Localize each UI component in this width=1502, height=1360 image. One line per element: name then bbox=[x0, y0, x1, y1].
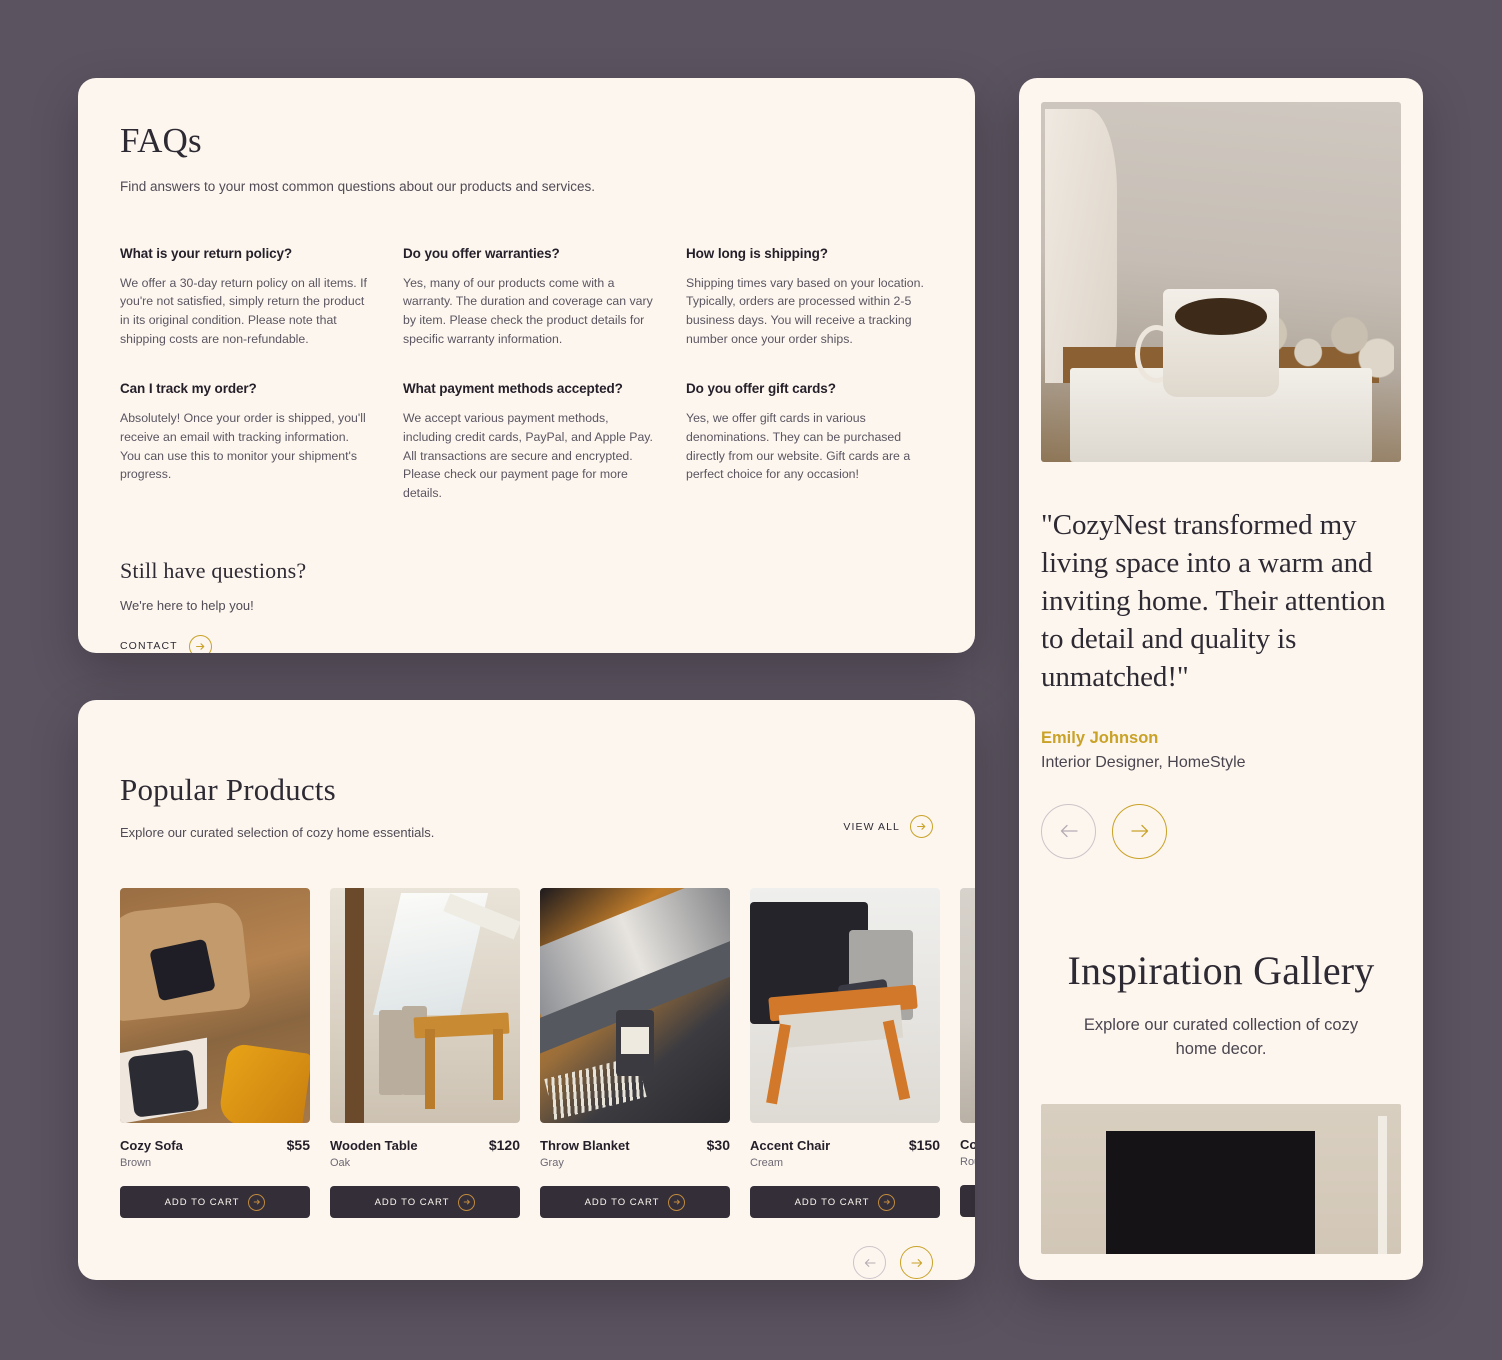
arrow-left-circle-icon[interactable] bbox=[853, 1246, 886, 1279]
arrow-right-circle-icon bbox=[910, 815, 933, 838]
product-image bbox=[960, 888, 975, 1123]
faq-item: Can I track my order? Absolutely! Once y… bbox=[120, 381, 403, 502]
product-card[interactable]: Accent Chair $150 Cream ADD TO CART bbox=[750, 888, 940, 1218]
faq-answer: Absolutely! Once your order is shipped, … bbox=[120, 411, 366, 482]
add-to-cart-button[interactable]: ADD TO CART bbox=[960, 1185, 975, 1217]
testimonial-author-role: Interior Designer, HomeStyle bbox=[1041, 753, 1246, 771]
popular-products-panel: Popular Products Explore our curated sel… bbox=[78, 700, 975, 1280]
product-image bbox=[120, 888, 310, 1123]
products-subtitle: Explore our curated selection of cozy ho… bbox=[120, 825, 435, 840]
product-variant: Roun bbox=[960, 1156, 975, 1168]
faq-question: Can I track my order? bbox=[120, 381, 257, 397]
add-to-cart-label: ADD TO CART bbox=[794, 1196, 870, 1208]
contact-button-label: CONTACT bbox=[120, 640, 178, 653]
product-variant: Oak bbox=[330, 1157, 351, 1169]
product-card[interactable]: Cozy Sofa $55 Brown ADD TO CART bbox=[120, 888, 310, 1218]
product-variant: Brown bbox=[120, 1157, 152, 1169]
faq-item: Do you offer gift cards? Yes, we offer g… bbox=[686, 381, 969, 502]
gallery-title: Inspiration Gallery bbox=[1067, 947, 1375, 993]
faq-title: FAQs bbox=[120, 121, 202, 160]
product-name: Cof bbox=[960, 1137, 975, 1152]
testimonial-quote: "CozyNest transformed my living space in… bbox=[1041, 509, 1386, 693]
arrow-right-circle-icon bbox=[668, 1193, 686, 1211]
contact-button[interactable]: CONTACT bbox=[120, 634, 212, 653]
still-have-questions-subtitle: We're here to help you! bbox=[120, 597, 254, 613]
faq-subtitle: Find answers to your most common questio… bbox=[120, 178, 595, 194]
products-title: Popular Products bbox=[120, 772, 336, 807]
product-card[interactable]: Wooden Table $120 Oak ADD TO CART bbox=[330, 888, 520, 1218]
still-have-questions-block: Still have questions? We're here to help… bbox=[120, 558, 929, 653]
faq-question: Do you offer warranties? bbox=[403, 245, 560, 261]
testimonial-gallery-panel: "CozyNest transformed my living space in… bbox=[1019, 78, 1423, 1280]
faq-question: How long is shipping? bbox=[686, 245, 828, 261]
gallery-image bbox=[1041, 1103, 1401, 1254]
product-card[interactable]: Cof Roun ADD TO CART bbox=[960, 888, 975, 1218]
testimonial-author-name: Emily Johnson bbox=[1041, 728, 1159, 747]
add-to-cart-label: ADD TO CART bbox=[584, 1196, 660, 1208]
product-variant: Gray bbox=[540, 1157, 564, 1169]
arrow-right-circle-icon bbox=[188, 634, 212, 653]
product-price: $55 bbox=[286, 1137, 310, 1153]
faq-item: What payment methods accepted? We accept… bbox=[403, 381, 686, 502]
inspiration-gallery-block: Inspiration Gallery Explore our curated … bbox=[1041, 947, 1401, 1254]
faq-grid: What is your return policy? We offer a 3… bbox=[120, 246, 929, 503]
product-name: Cozy Sofa bbox=[120, 1138, 183, 1153]
products-carousel-nav bbox=[120, 1246, 975, 1279]
view-all-label: VIEW ALL bbox=[843, 820, 900, 833]
arrow-right-circle-icon bbox=[458, 1193, 476, 1211]
faq-answer: Yes, many of our products come with a wa… bbox=[403, 275, 653, 346]
faq-question: What is your return policy? bbox=[120, 245, 293, 261]
faq-answer: We accept various payment methods, inclu… bbox=[403, 411, 653, 500]
arrow-right-circle-icon[interactable] bbox=[1112, 803, 1167, 859]
faq-answer: Yes, we offer gift cards in various deno… bbox=[686, 411, 911, 482]
view-all-button[interactable]: VIEW ALL bbox=[843, 815, 933, 838]
faq-answer: Shipping times vary based on your locati… bbox=[686, 275, 924, 346]
product-card[interactable]: Throw Blanket $30 Gray ADD TO CART bbox=[540, 888, 730, 1218]
add-to-cart-button[interactable]: ADD TO CART bbox=[330, 1186, 520, 1218]
product-image bbox=[540, 888, 730, 1123]
faq-answer: We offer a 30-day return policy on all i… bbox=[120, 275, 367, 346]
arrow-right-circle-icon[interactable] bbox=[900, 1246, 933, 1279]
product-name: Throw Blanket bbox=[540, 1138, 630, 1153]
add-to-cart-button[interactable]: ADD TO CART bbox=[120, 1186, 310, 1218]
faq-item: What is your return policy? We offer a 3… bbox=[120, 246, 403, 349]
faq-question: Do you offer gift cards? bbox=[686, 381, 836, 397]
product-price: $120 bbox=[488, 1137, 520, 1153]
arrow-right-circle-icon bbox=[248, 1193, 266, 1211]
arrow-left-circle-icon[interactable] bbox=[1041, 803, 1096, 859]
product-price: $150 bbox=[908, 1137, 940, 1153]
arrow-right-circle-icon bbox=[878, 1193, 896, 1211]
testimonial-nav bbox=[1041, 803, 1401, 859]
still-have-questions-title: Still have questions? bbox=[120, 557, 307, 583]
faq-question: What payment methods accepted? bbox=[403, 381, 623, 397]
product-variant: Cream bbox=[750, 1157, 784, 1169]
faq-item: How long is shipping? Shipping times var… bbox=[686, 246, 969, 349]
add-to-cart-label: ADD TO CART bbox=[164, 1196, 240, 1208]
products-header: Popular Products Explore our curated sel… bbox=[120, 772, 975, 840]
testimonial-image bbox=[1041, 102, 1401, 462]
add-to-cart-button[interactable]: ADD TO CART bbox=[750, 1186, 940, 1218]
faq-item: Do you offer warranties? Yes, many of ou… bbox=[403, 246, 686, 349]
product-name: Accent Chair bbox=[750, 1138, 831, 1153]
add-to-cart-button[interactable]: ADD TO CART bbox=[540, 1186, 730, 1218]
product-image bbox=[750, 888, 940, 1123]
add-to-cart-label: ADD TO CART bbox=[374, 1196, 450, 1208]
product-carousel[interactable]: Cozy Sofa $55 Brown ADD TO CART Wooden T… bbox=[120, 888, 975, 1218]
faq-panel: FAQs Find answers to your most common qu… bbox=[78, 78, 975, 653]
gallery-subtitle: Explore our curated collection of cozy h… bbox=[1083, 1015, 1359, 1058]
product-name: Wooden Table bbox=[330, 1138, 418, 1153]
product-image bbox=[330, 888, 520, 1123]
product-price: $30 bbox=[706, 1137, 730, 1153]
